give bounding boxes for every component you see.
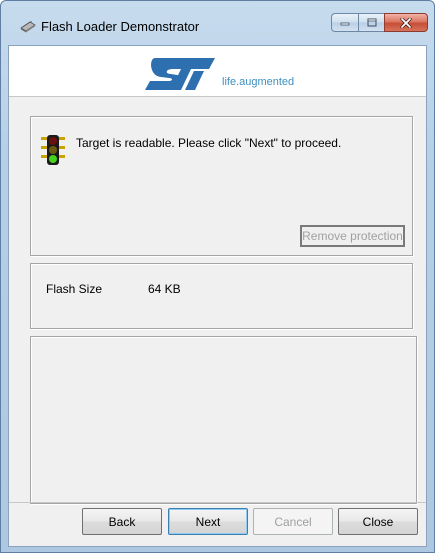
close-icon [400, 17, 412, 28]
window-close-button[interactable] [384, 13, 428, 32]
caption-buttons [331, 13, 428, 32]
maximize-button[interactable] [358, 13, 384, 32]
close-button[interactable]: Close [338, 508, 418, 535]
minimize-icon [340, 22, 350, 25]
empty-panel [30, 336, 417, 504]
flash-size-value: 64 KB [148, 282, 181, 296]
minimize-button[interactable] [331, 13, 358, 32]
st-tagline: life.augmented [222, 76, 295, 88]
chip-icon [20, 21, 36, 33]
window-title: Flash Loader Demonstrator [41, 19, 200, 34]
flash-info-panel [30, 263, 413, 329]
flash-size-label: Flash Size [46, 282, 103, 296]
client-area: life.augmented Target is readable. Pleas… [8, 45, 427, 547]
cancel-button[interactable]: Cancel [253, 508, 333, 535]
st-logo [145, 58, 215, 90]
status-message: Target is readable. Please click "Next" … [76, 136, 342, 150]
remove-protection-button[interactable]: Remove protection [300, 225, 405, 247]
title-bar[interactable]: Flash Loader Demonstrator [1, 1, 434, 45]
next-button[interactable]: Next [168, 508, 248, 535]
app-window: Flash Loader Demonstrator life.augmented… [0, 0, 435, 553]
traffic-light-icon [41, 135, 65, 165]
maximize-icon [367, 18, 376, 27]
back-button[interactable]: Back [82, 508, 162, 535]
st-banner: life.augmented [9, 46, 426, 97]
